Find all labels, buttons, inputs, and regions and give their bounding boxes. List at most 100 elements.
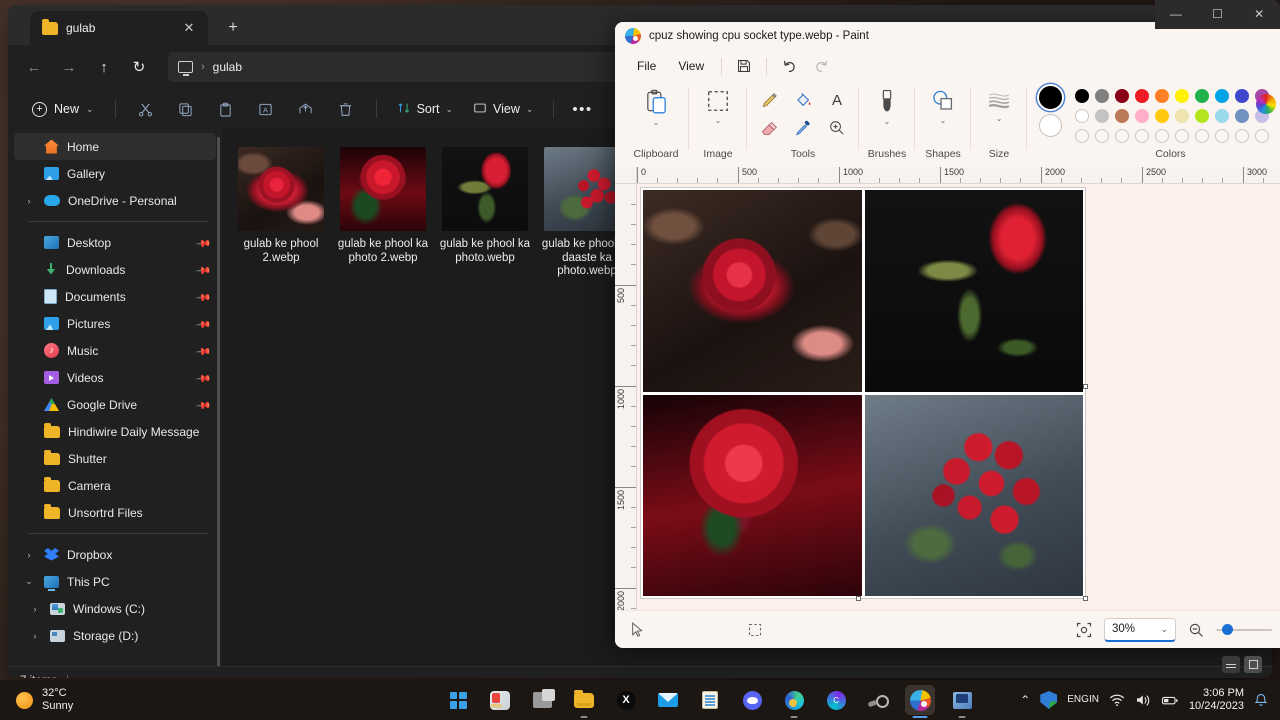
battery-icon[interactable]: [1161, 694, 1179, 707]
sidebar-item-storage-d[interactable]: › Storage (D:): [14, 622, 216, 649]
magnifier-tool[interactable]: [822, 115, 852, 141]
sidebar-item-videos[interactable]: Videos 📌: [14, 364, 216, 391]
brushes-button[interactable]: ⌄: [868, 86, 906, 129]
chevron-down-icon[interactable]: ⌄: [884, 117, 891, 126]
sidebar-item-shutter[interactable]: Shutter: [14, 445, 216, 472]
resize-handle-right[interactable]: [1083, 384, 1088, 389]
file-explorer-taskbar[interactable]: [569, 685, 599, 715]
sidebar-item-downloads[interactable]: Downloads 📌: [14, 256, 216, 283]
clipboard-button[interactable]: ⌄: [636, 86, 677, 130]
color-swatch[interactable]: [1234, 88, 1250, 104]
color-swatch[interactable]: [1134, 108, 1150, 124]
color-swatch[interactable]: [1094, 88, 1110, 104]
color-swatch-empty[interactable]: [1174, 128, 1190, 144]
chevron-down-icon[interactable]: ⌄: [940, 116, 947, 125]
size-button[interactable]: ⌄: [979, 86, 1019, 126]
sidebar-item-pictures[interactable]: Pictures 📌: [14, 310, 216, 337]
new-button[interactable]: + New ⌄: [22, 97, 104, 122]
details-view-icon[interactable]: [1222, 656, 1240, 673]
sidebar-item-camera[interactable]: Camera: [14, 472, 216, 499]
color-swatch-empty[interactable]: [1154, 128, 1170, 144]
sidebar-item-google-drive[interactable]: Google Drive 📌: [14, 391, 216, 418]
volume-icon[interactable]: [1135, 693, 1151, 707]
maximize-button[interactable]: ☐: [1197, 0, 1239, 28]
shapes-button[interactable]: ⌄: [923, 86, 963, 128]
color-swatch[interactable]: [1094, 108, 1110, 124]
copy-icon[interactable]: [167, 94, 205, 124]
zoom-level-dropdown[interactable]: 30% ⌄: [1104, 617, 1176, 642]
eraser-tool[interactable]: [754, 115, 784, 141]
chevron-right-icon[interactable]: ›: [22, 550, 36, 560]
redo-icon[interactable]: [806, 53, 836, 79]
start-button[interactable]: [443, 685, 473, 715]
mail[interactable]: [653, 685, 683, 715]
color-swatch[interactable]: [1114, 108, 1130, 124]
sidebar-item-windows-c[interactable]: › Windows (C:): [14, 595, 216, 622]
color-swatch[interactable]: [1114, 88, 1130, 104]
sidebar-item-unsortrd-files[interactable]: Unsortrd Files: [14, 499, 216, 526]
pro-app[interactable]: [485, 685, 515, 715]
chevron-right-icon[interactable]: ›: [22, 196, 36, 206]
color-swatch-empty[interactable]: [1134, 128, 1150, 144]
secondary-color-swatch[interactable]: [1039, 114, 1062, 137]
forward-button[interactable]: →: [53, 52, 85, 82]
sidebar-item-desktop[interactable]: Desktop 📌: [14, 229, 216, 256]
sidebar-item-documents[interactable]: Documents 📌: [14, 283, 216, 310]
share-icon[interactable]: [287, 94, 325, 124]
resize-handle-bottom[interactable]: [856, 596, 861, 601]
up-button[interactable]: ↑: [88, 52, 120, 82]
sidebar-scrollbar[interactable]: [217, 137, 220, 666]
canva[interactable]: C: [821, 685, 851, 715]
chevron-down-icon[interactable]: ⌄: [996, 114, 1003, 123]
close-icon[interactable]: ✕: [178, 17, 200, 39]
color-wheel-icon[interactable]: [1256, 94, 1276, 114]
sidebar-item-home[interactable]: Home: [14, 133, 216, 160]
view-menu[interactable]: View: [668, 54, 714, 78]
paste-icon[interactable]: [207, 94, 245, 124]
save-icon[interactable]: [729, 53, 759, 79]
color-swatch[interactable]: [1074, 88, 1090, 104]
clock[interactable]: 3:06 PM 10/24/2023: [1189, 687, 1244, 713]
pencil-tool[interactable]: [754, 87, 784, 113]
weather-widget[interactable]: 32°C Sunny: [0, 687, 400, 713]
color-swatch-empty[interactable]: [1194, 128, 1210, 144]
sidebar-item-dropbox[interactable]: › Dropbox: [14, 541, 216, 568]
color-swatch-empty[interactable]: [1254, 128, 1270, 144]
sidebar-item-hindiwire[interactable]: Hindiwire Daily Message: [14, 418, 216, 445]
resize-handle-corner[interactable]: [1083, 596, 1088, 601]
chevron-right-icon[interactable]: ›: [28, 604, 42, 614]
x-twitter[interactable]: X: [611, 685, 641, 715]
more-options-button[interactable]: •••: [565, 94, 599, 124]
color-picker-tool[interactable]: [788, 115, 818, 141]
wifi-icon[interactable]: [1109, 693, 1125, 707]
color-swatch[interactable]: [1174, 88, 1190, 104]
select-button[interactable]: ⌄: [698, 86, 738, 128]
color-swatch[interactable]: [1154, 88, 1170, 104]
color-swatch[interactable]: [1074, 108, 1090, 124]
color-swatch-empty[interactable]: [1074, 128, 1090, 144]
color-swatch-empty[interactable]: [1094, 128, 1110, 144]
zoom-slider[interactable]: [1216, 620, 1272, 640]
vmware[interactable]: [947, 685, 977, 715]
color-swatch[interactable]: [1154, 108, 1170, 124]
task-view[interactable]: [527, 685, 557, 715]
back-button[interactable]: ←: [18, 52, 50, 82]
cut-icon[interactable]: [127, 94, 165, 124]
discord[interactable]: [737, 685, 767, 715]
security-shield-icon[interactable]: [1040, 691, 1058, 709]
file-item[interactable]: gulab ke phool 2.webp: [234, 141, 328, 279]
color-swatch[interactable]: [1194, 88, 1210, 104]
color-swatch[interactable]: [1194, 108, 1210, 124]
sidebar-item-onedrive[interactable]: › OneDrive - Personal: [14, 187, 216, 214]
tray-overflow-icon[interactable]: ⌃: [1020, 693, 1030, 707]
explorer-tab-gulab[interactable]: gulab ✕: [30, 11, 208, 45]
rename-icon[interactable]: A: [247, 94, 285, 124]
color-swatch[interactable]: [1234, 108, 1250, 124]
minimize-button[interactable]: —: [1155, 0, 1197, 28]
steam[interactable]: [863, 685, 893, 715]
color-swatch[interactable]: [1134, 88, 1150, 104]
file-item[interactable]: gulab ke phool ka photo.webp: [438, 141, 532, 279]
view-button[interactable]: View ⌄: [464, 96, 542, 123]
fit-to-window-icon[interactable]: [1070, 617, 1098, 643]
sort-button[interactable]: Sort ⌄: [388, 96, 462, 123]
